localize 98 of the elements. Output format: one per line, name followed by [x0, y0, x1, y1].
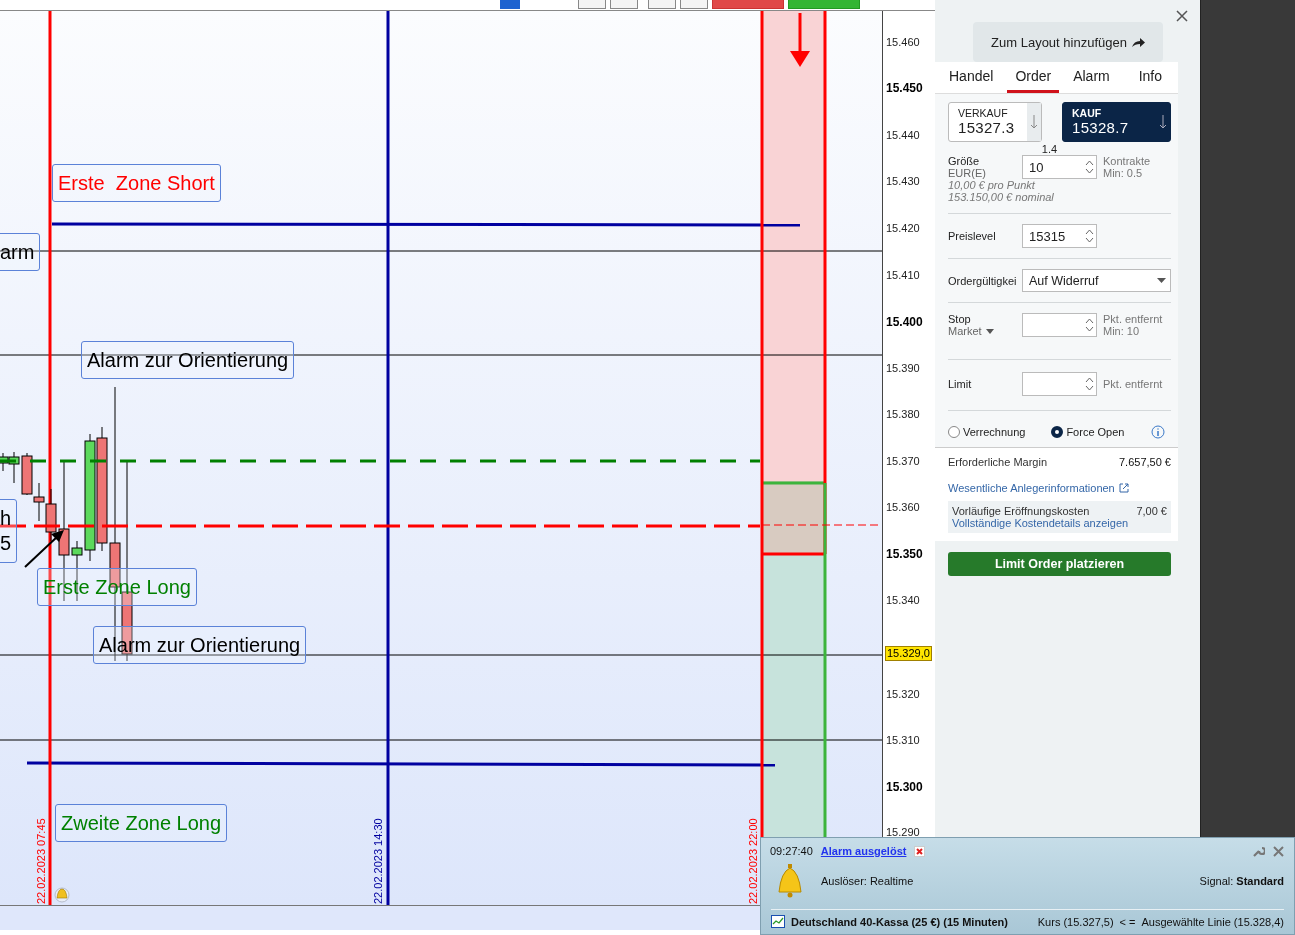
close-icon[interactable] — [1176, 10, 1188, 22]
alert-link[interactable]: Alarm ausgelöst — [820, 845, 907, 857]
line-text: Ausgewählte Linie (15.328,4) — [1141, 915, 1284, 928]
price-text: Kurs (15.327,5) — [1037, 915, 1114, 928]
margin-value: 7.657,50 € — [1119, 456, 1171, 468]
tab[interactable]: Handel — [941, 62, 1002, 93]
place-order-button[interactable]: Limit Order platzieren — [948, 552, 1171, 576]
radio-option[interactable]: Force Open — [1051, 426, 1125, 438]
toolbar-button[interactable] — [680, 0, 708, 9]
field-label: Limit — [948, 378, 973, 390]
delete-icon[interactable] — [914, 845, 926, 857]
axis-label: 15.420 — [886, 222, 920, 234]
annotation-label: Alarm zur Orientierung — [93, 626, 307, 664]
trigger-text: Auslöser: Realtime — [821, 875, 915, 887]
unit-label: Pkt. entfernt — [1103, 313, 1163, 325]
share-icon — [1131, 36, 1145, 48]
annotation-label: Erste Zone Short — [52, 164, 221, 202]
external-link-icon — [1118, 483, 1129, 493]
caret-icon — [1157, 278, 1166, 283]
caret-icon — [985, 328, 994, 334]
per-point-text: 10,00 € pro Punkt — [948, 179, 1036, 191]
min-label: Min: 0.5 — [1103, 167, 1144, 179]
bell-icon — [775, 864, 805, 898]
down-arrow-icon — [1030, 114, 1038, 130]
axis-label: 15.320 — [886, 688, 920, 700]
size-field[interactable]: 10 — [1022, 155, 1097, 179]
spinner-icon[interactable] — [1085, 159, 1094, 175]
toolbar-button[interactable] — [610, 0, 638, 9]
annotation-label: Alarm zur Orientierung — [81, 341, 295, 379]
spinner-icon[interactable] — [1085, 317, 1094, 333]
field-sublabel: EUR(E) — [948, 167, 987, 179]
unit-label: Pkt. entfernt — [1103, 378, 1163, 390]
radio-option[interactable]: Verrechnung — [948, 426, 1026, 438]
tab[interactable]: Info — [1130, 62, 1170, 93]
tab[interactable]: Alarm — [1065, 62, 1118, 93]
costs-label: Vorläufige Eröffnungskosten — [952, 505, 1090, 517]
annotation-label: Zweite Zone Long — [55, 804, 228, 842]
unit-label: Kontrakte — [1103, 155, 1151, 167]
close-icon[interactable] — [1273, 845, 1284, 857]
axis-label: 15.350 — [886, 547, 923, 561]
axis-label: 15.450 — [886, 81, 923, 95]
down-arrow-icon — [1159, 114, 1167, 130]
axis-label: 15.380 — [886, 408, 920, 420]
axis-label: 15.410 — [886, 269, 920, 281]
alert-time: 09:27:40 — [770, 845, 813, 857]
price-marker: 15.329,0 — [885, 646, 932, 661]
toolbar-button[interactable] — [648, 0, 676, 9]
spinner-icon[interactable] — [1085, 228, 1094, 244]
horizontal-line — [762, 481, 826, 485]
validity-dropdown[interactable]: Auf Widerruf — [1022, 269, 1171, 292]
axis-label: 15.290 — [886, 826, 920, 838]
info-link[interactable]: Wesentliche Anlegerinformationen — [948, 482, 1115, 494]
spinner-icon[interactable] — [1085, 376, 1094, 392]
chart-icon — [771, 915, 785, 928]
toolbar-button[interactable] — [578, 0, 606, 9]
field-label: Stop — [948, 313, 972, 325]
costs-value: 7,00 € — [1136, 505, 1167, 517]
operator-text: < = — [1119, 915, 1136, 928]
sell-button[interactable]: VERKAUF 15327.3 — [948, 102, 1042, 142]
candle — [33, 482, 45, 522]
axis-label: 15.360 — [886, 501, 920, 513]
annotation-label: arm — [0, 233, 41, 271]
field-label: Größe — [948, 155, 981, 167]
axis-label: 15.390 — [886, 362, 920, 374]
axis-label: 15.440 — [886, 129, 920, 141]
horizontal-line — [762, 552, 826, 556]
buy-button[interactable]: KAUF 15328.7 — [1062, 102, 1171, 142]
price-level-field[interactable]: 15315 — [1022, 224, 1097, 248]
bell-icon — [54, 887, 70, 903]
down-arrow — [790, 13, 810, 67]
instrument-name: Deutschland 40-Kassa (25 €) (15 Minuten) — [791, 915, 1008, 928]
add-layout-button[interactable]: Zum Layout hinzufügen — [973, 22, 1163, 62]
info-icon[interactable] — [1151, 425, 1165, 439]
candle — [21, 452, 33, 496]
axis-label: 15.400 — [886, 315, 923, 329]
date-label: 22.02.2023 07:45 — [35, 818, 47, 904]
axis-label: 15.460 — [886, 36, 920, 48]
stop-type-dropdown[interactable]: Market — [948, 325, 982, 337]
field-label: Ordergültigkei — [948, 274, 1018, 287]
axis-label: 15.340 — [886, 594, 920, 606]
margin-label: Erforderliche Margin — [948, 456, 1048, 468]
nominal-text: 153.150,00 € nominal — [948, 191, 1055, 203]
pointer-arrow — [24, 530, 64, 568]
signal-text: Signal: Standard — [1199, 875, 1284, 887]
axis-label: 15.310 — [886, 734, 920, 746]
axis-label: 15.430 — [886, 175, 920, 187]
stop-field[interactable] — [1022, 313, 1097, 337]
wrench-icon[interactable] — [1253, 845, 1265, 857]
spread-value: 1.4 — [1041, 143, 1058, 155]
axis-label: 15.370 — [886, 455, 920, 467]
date-label: 22.02.2023 22:00 — [747, 818, 759, 904]
limit-field[interactable] — [1022, 372, 1097, 396]
axis-label: 15.300 — [886, 780, 923, 794]
costs-link[interactable]: Vollständige Kostendetails anzeigen — [952, 517, 1129, 529]
date-label: 22.02.2023 14:30 — [372, 818, 384, 904]
annotation-label: h 5 — [0, 499, 18, 563]
min-label: Min: 10 — [1103, 325, 1141, 337]
field-label: Preislevel — [948, 230, 997, 242]
